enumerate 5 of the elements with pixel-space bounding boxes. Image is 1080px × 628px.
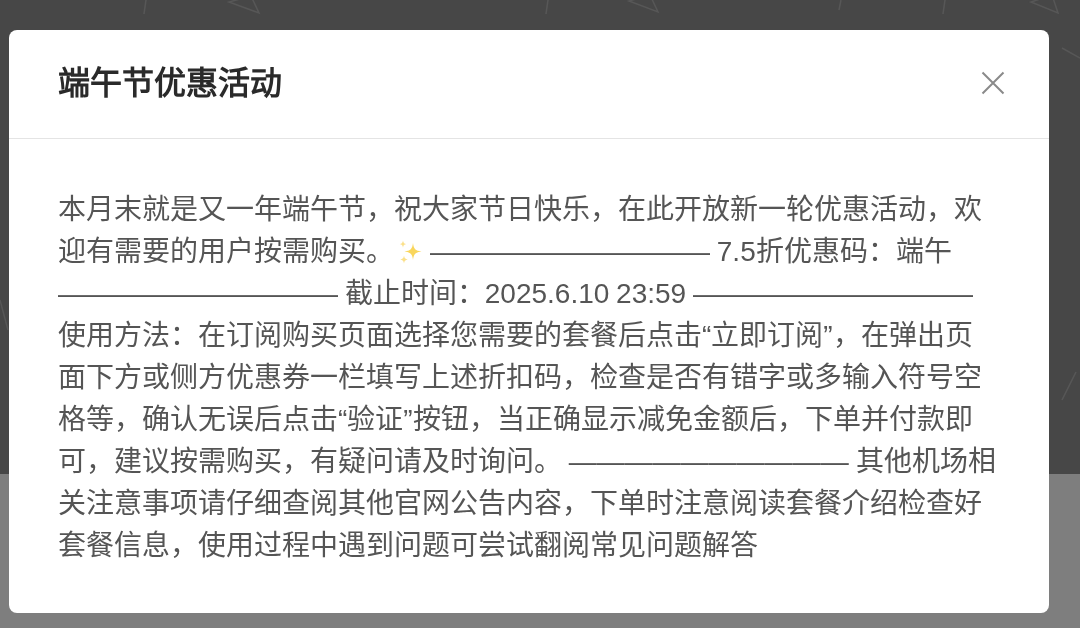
body-text: 本月末就是又一年端午节，祝大家节日快乐，在此开放新一轮优惠活动，欢迎有需要的用户按需购买。 —————————— 7.5折优惠码：端午 —————————— 截止时间：2025.6.10 23:59 —————————— 使用方法：在订阅购买页面选择您需要的套餐后点击“立即订阅”，在弹出页面下方或侧方优惠券一栏填写上述折扣码，检查是否有错字或多输入符号空格等，确认无误后点击“验证”按钮，当正确显示减免金额后，下单并付款即可，建议按需购买，有疑问请及时询问。 —————————— 其他机场相关注意事项请仔细查阅其他官网公告内容，下单时注意阅读套餐介绍检查好套餐信息，使用过程中遇到问题可尝试翻阅常见问题解答 <box>58 193 997 563</box>
close-icon <box>981 71 1005 95</box>
dialog-title: 端午节优惠活动 <box>58 64 282 102</box>
close-button[interactable] <box>981 71 1005 95</box>
sparkle-icon <box>398 240 422 264</box>
